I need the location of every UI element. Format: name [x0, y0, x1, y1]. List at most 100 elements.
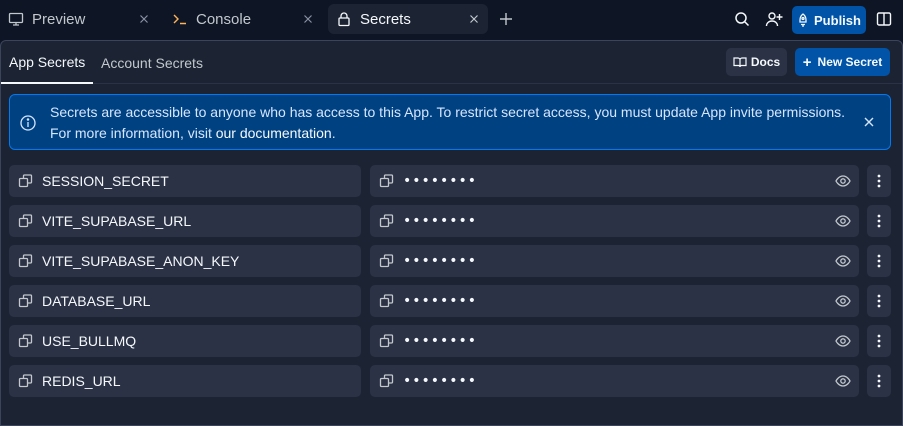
- secret-key-field[interactable]: VITE_SUPABASE_URL: [9, 205, 361, 237]
- more-options-button[interactable]: [867, 205, 891, 237]
- eye-icon[interactable]: [835, 213, 851, 229]
- eye-icon[interactable]: [835, 173, 851, 189]
- close-icon[interactable]: [468, 12, 480, 24]
- banner-line-2: For more information, visit our document…: [50, 123, 850, 144]
- copy-icon[interactable]: [379, 333, 395, 349]
- secret-value-field[interactable]: ••••••••: [370, 285, 859, 317]
- search-icon[interactable]: [732, 9, 752, 29]
- tab-label: Secrets: [360, 10, 411, 28]
- tab-app-secrets[interactable]: App Secrets: [1, 41, 94, 84]
- secret-row: VITE_SUPABASE_ANON_KEY ••••••••: [9, 245, 891, 277]
- more-options-button[interactable]: [867, 245, 891, 277]
- more-options-button[interactable]: [867, 365, 891, 397]
- copy-icon[interactable]: [18, 253, 34, 269]
- copy-icon[interactable]: [379, 293, 395, 309]
- banner-line-1: Secrets are accessible to anyone who has…: [50, 104, 846, 120]
- more-vertical-icon: [877, 294, 881, 308]
- documentation-link[interactable]: our documentation: [216, 125, 332, 141]
- copy-icon[interactable]: [18, 293, 34, 309]
- tab-console[interactable]: Console: [164, 4, 322, 34]
- copy-icon[interactable]: [18, 333, 34, 349]
- close-icon[interactable]: [302, 12, 314, 24]
- secrets-subtabs: App Secrets Account Secrets Docs + New S…: [1, 41, 902, 84]
- monitor-icon: [8, 11, 24, 27]
- secret-value-field[interactable]: ••••••••: [370, 165, 859, 197]
- eye-icon[interactable]: [835, 333, 851, 349]
- banner-period: .: [331, 125, 336, 141]
- secret-value-field[interactable]: ••••••••: [370, 245, 859, 277]
- secret-key-field[interactable]: SESSION_SECRET: [9, 165, 361, 197]
- more-options-button[interactable]: [867, 325, 891, 357]
- secret-row: SESSION_SECRET ••••••••: [9, 165, 891, 197]
- eye-icon[interactable]: [835, 293, 851, 309]
- secret-value-field[interactable]: ••••••••: [370, 205, 859, 237]
- secret-value-masked: ••••••••: [403, 373, 478, 389]
- secret-value-masked: ••••••••: [403, 213, 478, 229]
- copy-icon[interactable]: [379, 213, 395, 229]
- toggle-sidebar-icon[interactable]: [874, 9, 894, 29]
- more-vertical-icon: [877, 334, 881, 348]
- secret-value-field[interactable]: ••••••••: [370, 325, 859, 357]
- copy-icon[interactable]: [379, 173, 395, 189]
- banner-text: Secrets are accessible to anyone who has…: [50, 102, 850, 144]
- secret-value-masked: ••••••••: [403, 173, 478, 189]
- tab-label: Console: [196, 10, 252, 28]
- secret-row: REDIS_URL ••••••••: [9, 365, 891, 397]
- secret-key: DATABASE_URL: [42, 293, 151, 309]
- workspace-tab-bar: Preview Console Secrets Publish: [0, 0, 903, 40]
- secret-key: SESSION_SECRET: [42, 173, 169, 189]
- banner-visit: , visit: [179, 125, 216, 141]
- more-vertical-icon: [877, 254, 881, 268]
- secret-key: VITE_SUPABASE_URL: [42, 213, 192, 229]
- tab-secrets[interactable]: Secrets: [328, 4, 488, 34]
- close-icon[interactable]: [138, 12, 150, 24]
- plus-icon: +: [802, 53, 812, 71]
- docs-button[interactable]: Docs: [726, 48, 787, 76]
- more-options-button[interactable]: [867, 165, 891, 197]
- secret-key: USE_BULLMQ: [42, 333, 137, 349]
- secret-row: USE_BULLMQ ••••••••: [9, 325, 891, 357]
- tab-label: Preview: [32, 10, 86, 28]
- secret-key-field[interactable]: VITE_SUPABASE_ANON_KEY: [9, 245, 361, 277]
- eye-icon[interactable]: [835, 253, 851, 269]
- secret-value-masked: ••••••••: [403, 253, 478, 269]
- copy-icon[interactable]: [379, 373, 395, 389]
- eye-icon[interactable]: [835, 373, 851, 389]
- banner-more-info: For more information: [50, 125, 180, 141]
- secret-key: VITE_SUPABASE_ANON_KEY: [42, 253, 240, 269]
- publish-button[interactable]: Publish: [792, 6, 866, 34]
- more-vertical-icon: [877, 374, 881, 388]
- secret-key: REDIS_URL: [42, 373, 121, 389]
- secret-value-masked: ••••••••: [403, 333, 478, 349]
- secret-key-field[interactable]: REDIS_URL: [9, 365, 361, 397]
- publish-label: Publish: [814, 12, 861, 28]
- copy-icon[interactable]: [379, 253, 395, 269]
- secret-value-field[interactable]: ••••••••: [370, 365, 859, 397]
- secret-key-field[interactable]: DATABASE_URL: [9, 285, 361, 317]
- new-secret-button[interactable]: + New Secret: [795, 48, 890, 76]
- secrets-panel: App Secrets Account Secrets Docs + New S…: [0, 40, 903, 426]
- info-banner: Secrets are accessible to anyone who has…: [9, 94, 891, 150]
- copy-icon[interactable]: [18, 213, 34, 229]
- copy-icon[interactable]: [18, 373, 34, 389]
- more-vertical-icon: [877, 174, 881, 188]
- tab-label: Account Secrets: [101, 54, 203, 71]
- secret-key-field[interactable]: USE_BULLMQ: [9, 325, 361, 357]
- invite-user-icon[interactable]: [764, 9, 784, 29]
- add-tab-icon[interactable]: [496, 9, 516, 29]
- tab-label: App Secrets: [9, 53, 86, 70]
- copy-icon[interactable]: [18, 173, 34, 189]
- docs-label: Docs: [750, 55, 781, 69]
- lock-icon: [336, 11, 352, 27]
- rocket-icon: [799, 13, 807, 27]
- tab-account-secrets[interactable]: Account Secrets: [101, 41, 203, 84]
- close-icon[interactable]: [862, 115, 876, 129]
- secret-value-masked: ••••••••: [403, 293, 478, 309]
- secret-row: DATABASE_URL ••••••••: [9, 285, 891, 317]
- more-vertical-icon: [877, 214, 881, 228]
- terminal-icon: [172, 11, 188, 27]
- more-options-button[interactable]: [867, 285, 891, 317]
- secret-row: VITE_SUPABASE_URL ••••••••: [9, 205, 891, 237]
- tab-preview[interactable]: Preview: [0, 4, 158, 34]
- new-secret-label: New Secret: [817, 55, 883, 69]
